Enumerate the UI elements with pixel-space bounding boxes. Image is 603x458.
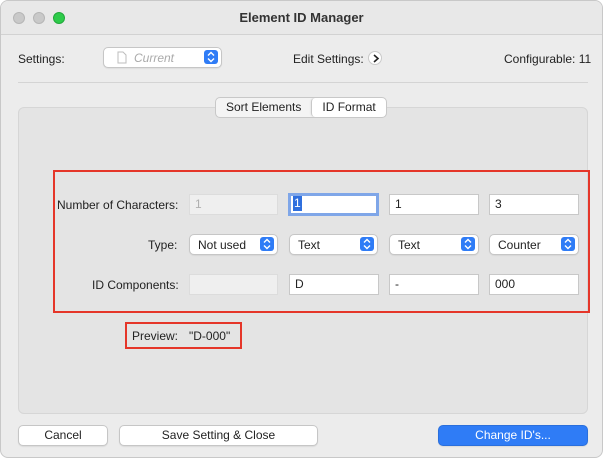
cancel-button[interactable]: Cancel	[18, 425, 108, 446]
chevron-right-icon	[373, 54, 380, 63]
edit-settings-label: Edit Settings:	[293, 52, 364, 66]
header-divider	[18, 82, 588, 83]
tab-id-format[interactable]: ID Format	[311, 98, 386, 117]
settings-label: Settings:	[18, 52, 65, 66]
settings-popup: Current	[103, 47, 222, 68]
highlight-format-grid	[53, 170, 590, 313]
window-title: Element ID Manager	[239, 10, 364, 25]
tab-sort-elements[interactable]: Sort Elements	[216, 98, 311, 117]
title-bar: Element ID Manager	[1, 1, 602, 35]
edit-settings-button[interactable]	[368, 51, 382, 65]
element-id-manager-window: Element ID Manager Settings: Current Edi…	[0, 0, 603, 458]
settings-popup-value: Current	[134, 51, 175, 65]
tab-bar: Sort Elements ID Format	[215, 97, 387, 118]
chevron-updown-icon	[204, 50, 218, 64]
document-icon	[117, 51, 127, 64]
save-setting-close-button[interactable]: Save Setting & Close	[119, 425, 318, 446]
change-ids-button[interactable]: Change ID's...	[438, 425, 588, 446]
configurable-count: Configurable: 11	[504, 52, 592, 66]
highlight-preview	[125, 322, 242, 349]
